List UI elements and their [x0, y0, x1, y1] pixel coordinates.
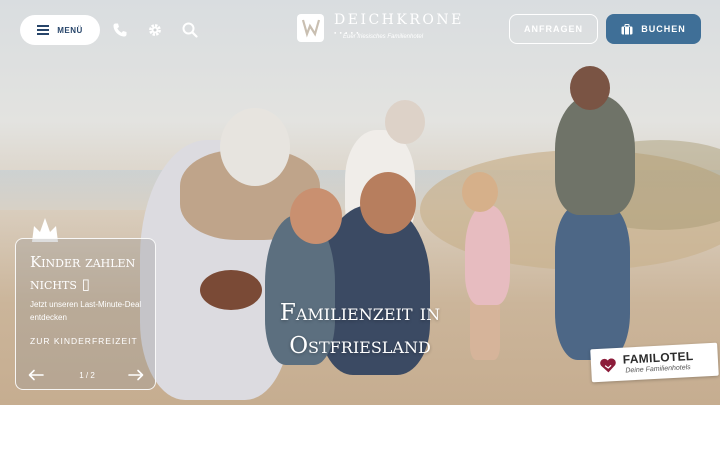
promo-link[interactable]: ZUR KINDERFREIZEIT	[30, 336, 138, 346]
promo-card: Kinder zahlen nichts ▯ Jetzt unseren Las…	[15, 238, 156, 390]
promo-title: Kinder zahlen nichts ▯	[30, 253, 136, 293]
hero-title: Familienzeit in Ostfriesland	[279, 300, 441, 359]
hamburger-icon	[37, 25, 50, 35]
hero-image: Familienzeit in Ostfriesland Kinder zahl…	[0, 0, 720, 405]
mother-figure	[555, 95, 635, 215]
father-figure	[360, 172, 416, 234]
mother-figure	[555, 205, 630, 360]
football	[200, 270, 262, 310]
logo-tagline: Euer friesisches Familienhotel	[343, 34, 424, 40]
arrow-left-icon[interactable]	[28, 369, 44, 381]
logo-name: DEICHKRONE	[334, 12, 464, 28]
slide-counter: 1 / 2	[79, 371, 95, 380]
crown-logo-icon	[301, 19, 321, 38]
promo-text: Jetzt unseren Last-Minute-Deal entdecken	[30, 300, 142, 322]
search-icon[interactable]	[182, 22, 198, 38]
book-button[interactable]: BUCHEN	[606, 14, 701, 44]
suitcase-icon	[621, 23, 633, 34]
heart-icon	[600, 358, 616, 373]
arrow-right-icon[interactable]	[128, 369, 144, 381]
inquire-button[interactable]: ANFRAGEN	[509, 14, 598, 44]
grandmother-figure	[385, 100, 425, 144]
boy-figure	[290, 188, 342, 244]
book-label: BUCHEN	[641, 24, 686, 34]
girl-figure	[462, 172, 498, 212]
phone-icon[interactable]	[112, 22, 128, 38]
logo-icon	[297, 14, 324, 42]
grandfather-figure	[220, 108, 290, 186]
settings-icon[interactable]	[147, 22, 163, 38]
girl-figure	[465, 205, 510, 305]
logo[interactable]: DEICHKRONE ● ● ● ● ● Euer friesisches Fa…	[297, 12, 461, 46]
mother-figure	[570, 66, 610, 110]
menu-button[interactable]: MENÜ	[20, 15, 100, 45]
menu-label: MENÜ	[57, 25, 83, 35]
familotel-badge[interactable]: FAMILOTEL Deine Familienhotels	[590, 342, 719, 383]
